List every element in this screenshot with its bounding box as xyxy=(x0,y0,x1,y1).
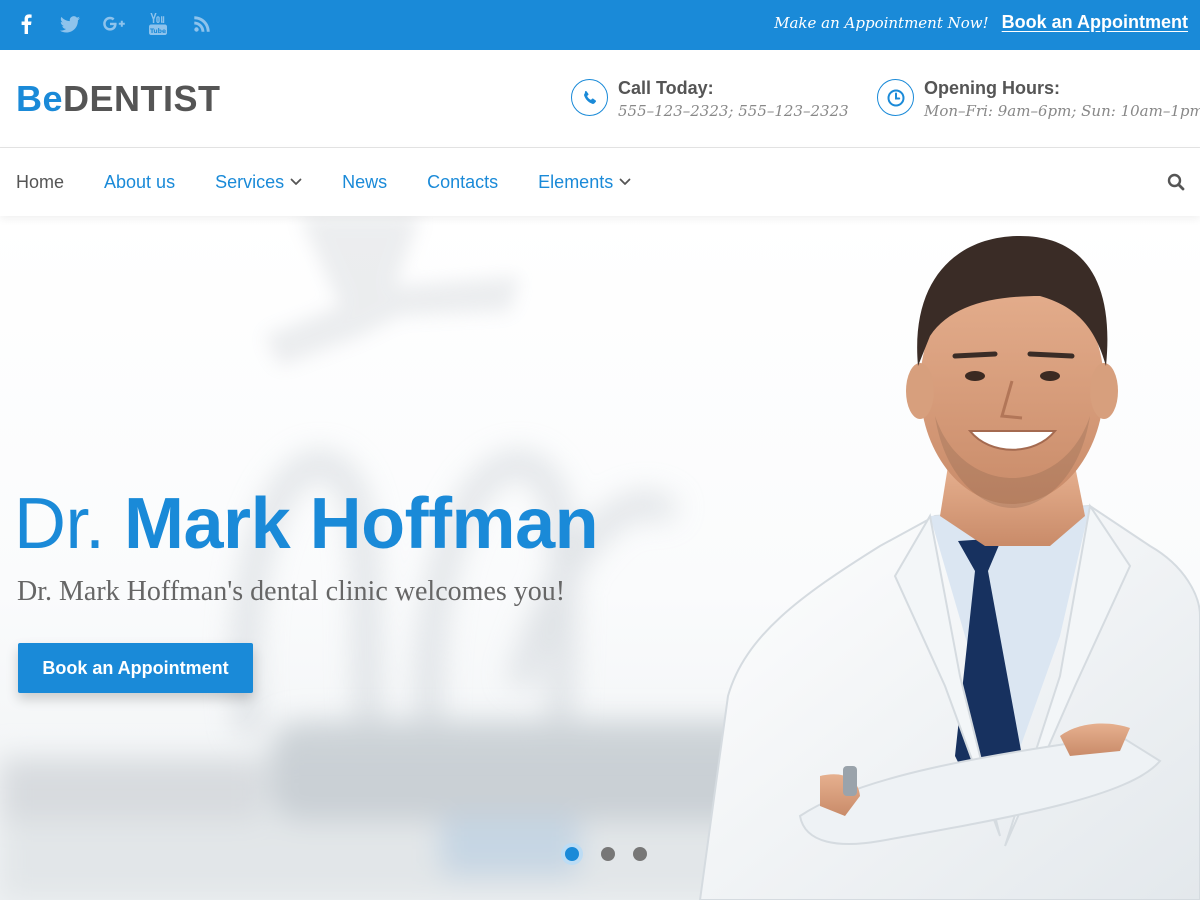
call-today-title: Call Today: xyxy=(618,78,714,98)
nav-item-label: Elements xyxy=(538,171,614,192)
slider-dot-3[interactable] xyxy=(633,847,647,861)
nav-item-label: Contacts xyxy=(427,171,499,192)
topbar-appointment: Make an Appointment Now! Book an Appoint… xyxy=(774,12,1188,33)
site-logo[interactable]: BeDENTIST xyxy=(16,78,221,120)
svg-text:Tube: Tube xyxy=(150,28,166,35)
hero-subtitle: Dr. Mark Hoffman's dental clinic welcome… xyxy=(17,576,566,607)
nav-item-label: Home xyxy=(16,171,65,192)
logo-dentist: DENTIST xyxy=(63,78,221,119)
nav-item-label: News xyxy=(342,171,388,192)
twitter-icon[interactable] xyxy=(58,12,82,36)
opening-hours-text: Mon–Fri: 9am–6pm; Sun: 10am–1pm xyxy=(924,102,1200,120)
google-plus-icon[interactable] xyxy=(102,12,126,36)
hero-title-prefix: Dr. xyxy=(14,484,105,564)
phone-icon xyxy=(571,79,608,116)
youtube-icon[interactable]: Tube xyxy=(146,12,170,36)
opening-hours-title: Opening Hours: xyxy=(924,78,1060,98)
site-header: BeDENTIST Call Today: 555–123–2323; 555–… xyxy=(0,50,1200,148)
chevron-down-icon xyxy=(619,178,631,185)
nav-item-services[interactable]: Services xyxy=(215,172,302,193)
nav-item-home[interactable]: Home xyxy=(16,172,64,193)
nav-item-news[interactable]: News xyxy=(342,172,387,193)
topbar-book-appointment-link[interactable]: Book an Appointment xyxy=(1002,12,1188,33)
chevron-down-icon xyxy=(290,178,302,185)
opening-hours-block: Opening Hours: Mon–Fri: 9am–6pm; Sun: 10… xyxy=(877,77,1200,123)
rss-icon[interactable] xyxy=(190,12,214,36)
call-today-block: Call Today: 555–123–2323; 555–123–2323 xyxy=(571,77,849,123)
call-today-numbers: 555–123–2323; 555–123–2323 xyxy=(618,102,849,120)
hero-title-name: Mark Hoffman xyxy=(124,484,599,564)
nav-item-elements[interactable]: Elements xyxy=(538,172,631,193)
nav-menu: Home About us Services News Contacts Elements xyxy=(16,148,671,216)
social-links: Tube xyxy=(14,12,214,36)
nav-item-label: Services xyxy=(215,171,285,192)
clock-icon xyxy=(877,79,914,116)
appointment-lead-text: Make an Appointment Now! xyxy=(774,14,989,32)
main-nav: Home About us Services News Contacts Elements xyxy=(0,148,1200,216)
logo-be: Be xyxy=(16,78,64,119)
search-icon[interactable] xyxy=(1164,170,1188,194)
slider-dot-2[interactable] xyxy=(601,847,615,861)
nav-item-about-us[interactable]: About us xyxy=(104,172,175,193)
slider-dots xyxy=(561,843,647,865)
slider-dot-1[interactable] xyxy=(561,843,583,865)
hero-title: Dr. Mark Hoffman xyxy=(14,484,599,564)
hero-book-appointment-button[interactable]: Book an Appointment xyxy=(18,643,253,693)
nav-item-contacts[interactable]: Contacts xyxy=(427,172,498,193)
hero-slider: Dr. Mark Hoffman Dr. Mark Hoffman's dent… xyxy=(0,216,1200,900)
top-bar: Tube Make an Appointment Now! Book an Ap… xyxy=(0,0,1200,50)
facebook-icon[interactable] xyxy=(14,12,38,36)
nav-item-label: About us xyxy=(104,171,176,192)
